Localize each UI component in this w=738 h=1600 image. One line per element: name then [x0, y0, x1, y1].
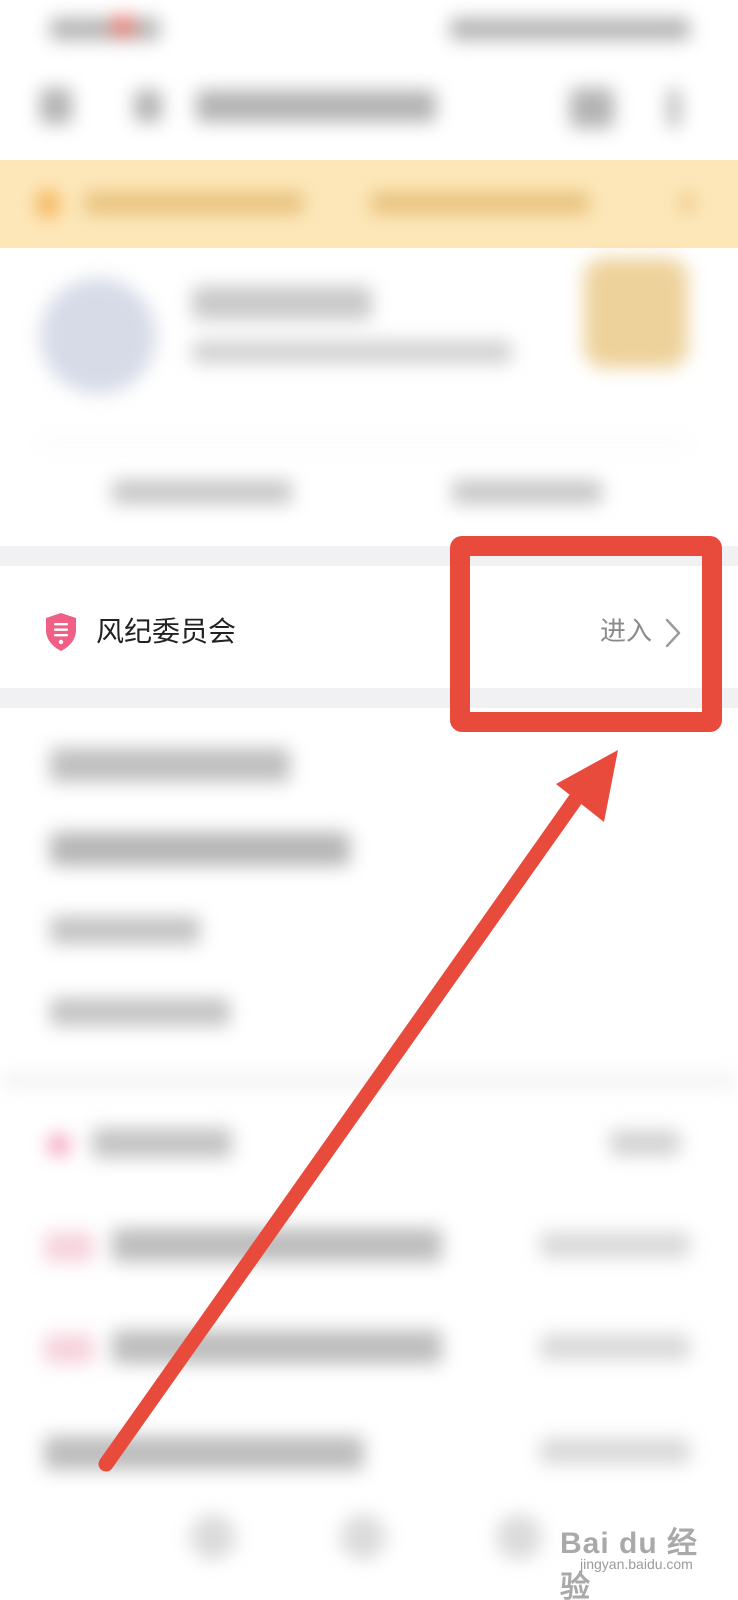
share-icon[interactable]	[570, 88, 614, 128]
committee-title: 风纪委员会	[96, 615, 237, 648]
list-item	[50, 748, 290, 782]
more-icon[interactable]	[668, 88, 680, 128]
profile-section	[0, 248, 738, 548]
bottom-nav-icon	[190, 1514, 236, 1560]
bottom-nav-icon	[496, 1514, 542, 1560]
list-item	[50, 916, 200, 944]
nav-title	[196, 90, 436, 122]
watermark: Bai du 经验 jingyan.baidu.com	[560, 1516, 720, 1600]
nav-bar	[0, 60, 738, 160]
highlight-box	[450, 536, 722, 732]
lower-content	[0, 708, 738, 1600]
list-item	[50, 832, 350, 866]
bottom-nav-icon	[340, 1514, 386, 1560]
shield-icon	[46, 613, 76, 651]
list-item	[50, 998, 230, 1026]
notice-banner[interactable]	[0, 160, 738, 248]
status-bar	[0, 0, 738, 60]
watermark-url: jingyan.baidu.com	[580, 1556, 693, 1572]
menu-icon[interactable]	[134, 90, 162, 122]
avatar	[40, 278, 156, 394]
back-icon[interactable]	[40, 88, 72, 124]
